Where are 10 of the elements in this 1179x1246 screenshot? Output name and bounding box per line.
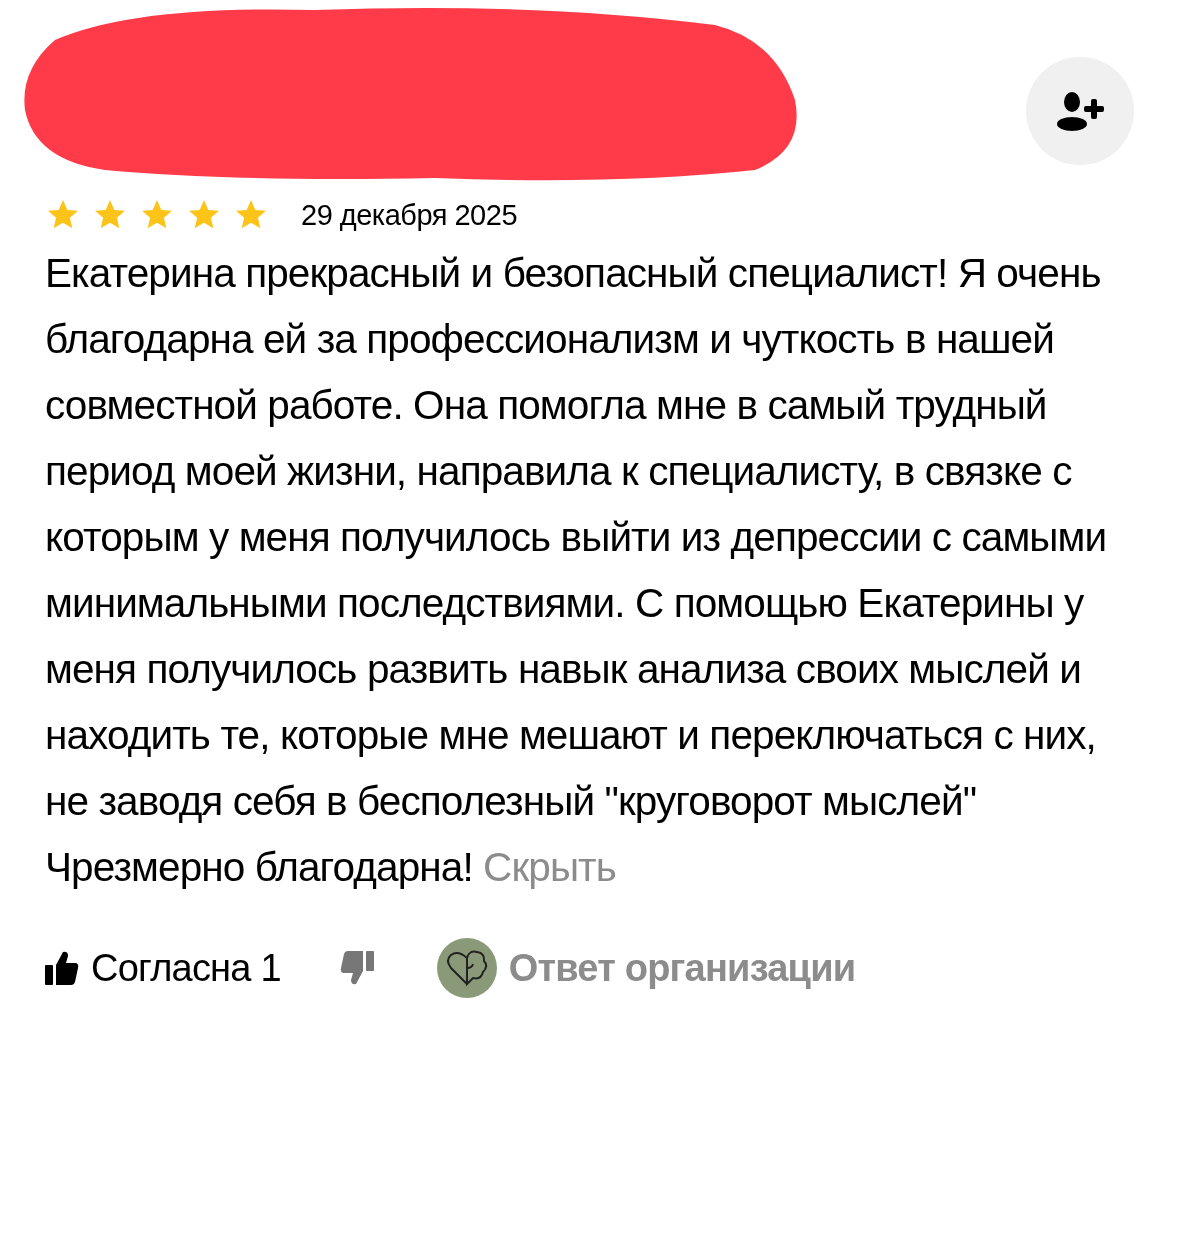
organization-reply-button[interactable]: Ответ организации bbox=[436, 938, 856, 998]
thumbs-down-icon bbox=[338, 950, 375, 986]
hide-link[interactable]: Скрыть bbox=[483, 844, 616, 890]
review-date: 29 декабря 2025 bbox=[301, 198, 517, 232]
like-button[interactable]: Согласна 1 bbox=[45, 946, 281, 990]
add-user-icon bbox=[1056, 91, 1104, 131]
organization-logo-icon bbox=[436, 938, 497, 998]
review-text: Екатерина прекрасный и безопасный специалист! Я очень благодарна ей за профессионализм и чуткость в нашей совместной работе. Она помогла мне в самый трудный период моей жизни, направила к специалисту, в связке с которым у меня получилось выйти из депрессии с самыми минимальными последствиями. С помощью Екатерины у меня получилось развить навык анализа своих мыслей и находить те, которые мне мешают и переключаться с них, не заводя себя в бесполезный "круговорот мыслей" Чрезмерно благодарна! Скрыть bbox=[44, 249, 1108, 892]
dislike-button[interactable] bbox=[338, 950, 375, 986]
thumbs-up-icon bbox=[45, 950, 79, 986]
